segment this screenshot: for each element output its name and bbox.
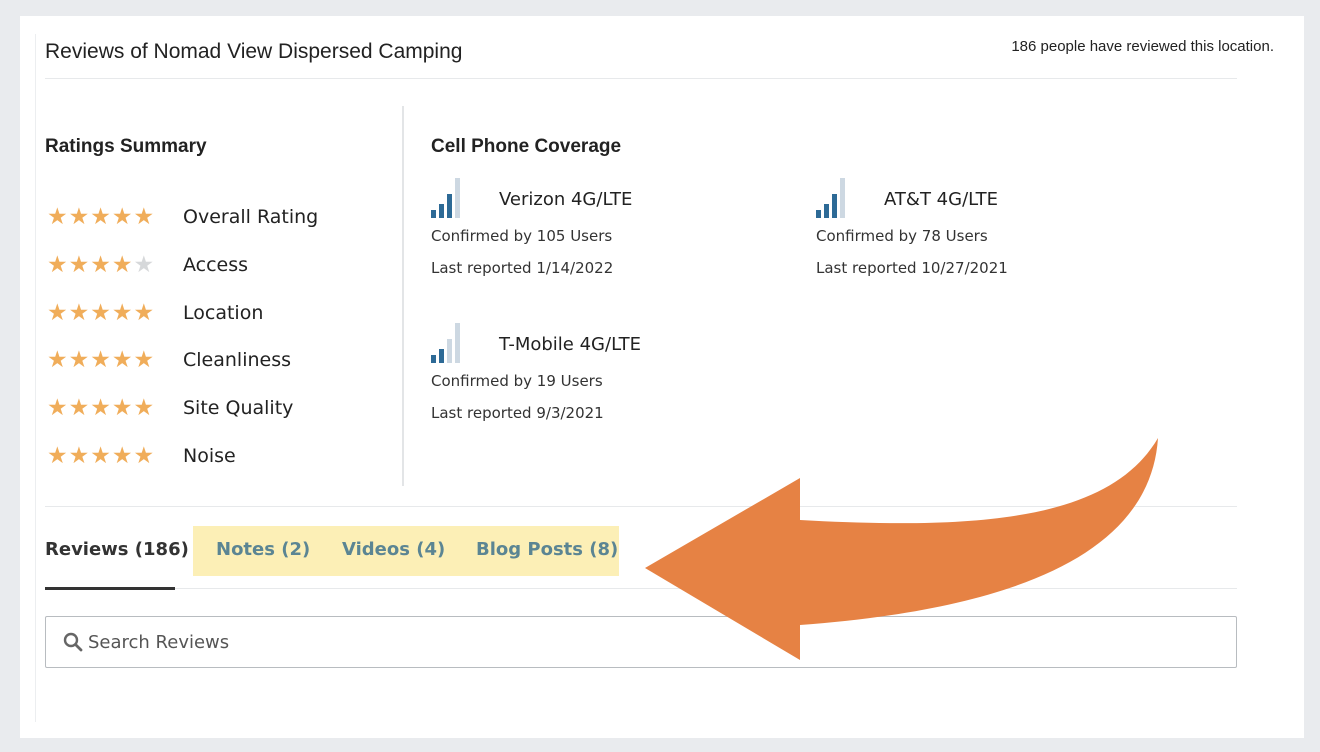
rating-row: ★ ★ ★ ★ ★ Overall Rating <box>47 204 318 230</box>
star-icon: ★ <box>90 394 111 421</box>
carrier-name: Verizon 4G/LTE <box>499 189 633 210</box>
star-icon: ★ <box>133 299 155 326</box>
signal-bar <box>447 194 452 218</box>
tab-videos[interactable]: Videos (4) <box>342 539 445 560</box>
cell-coverage-title: Cell Phone Coverage <box>431 136 622 157</box>
star-icon: ★ <box>111 442 133 469</box>
search-box[interactable] <box>45 616 1237 668</box>
carrier-last-reported: Last reported 1/14/2022 <box>431 259 614 277</box>
star-icon: ★ <box>68 346 90 373</box>
carrier-confirmed: Confirmed by 19 Users <box>431 372 603 390</box>
rating-label: Noise <box>183 445 236 467</box>
signal-bar <box>431 210 436 218</box>
star-rating: ★ ★ ★ ★ ★ <box>47 251 183 278</box>
tab-reviews[interactable]: Reviews (186) <box>45 539 189 560</box>
star-icon: ★ <box>47 346 68 373</box>
carrier-confirmed: Confirmed by 78 Users <box>816 227 988 245</box>
star-icon: ★ <box>68 394 90 421</box>
signal-bar <box>824 204 829 218</box>
rating-row: ★ ★ ★ ★ ★ Site Quality <box>47 395 293 421</box>
star-icon: ★ <box>111 394 133 421</box>
review-count-text: 186 people have reviewed this location. <box>1011 38 1274 55</box>
signal-bar <box>447 339 452 363</box>
star-icon: ★ <box>90 203 111 230</box>
star-icon: ★ <box>133 203 155 230</box>
active-tab-indicator <box>45 587 175 590</box>
signal-bar <box>439 204 444 218</box>
search-input[interactable] <box>88 631 1188 653</box>
rating-label: Location <box>183 302 264 324</box>
star-icon: ★ <box>90 442 111 469</box>
star-icon: ★ <box>68 299 90 326</box>
page-title: Reviews of Nomad View Dispersed Camping <box>45 40 463 63</box>
carrier-last-reported: Last reported 10/27/2021 <box>816 259 1008 277</box>
star-icon: ★ <box>133 251 155 278</box>
tab-blog-posts[interactable]: Blog Posts (8) <box>476 539 618 560</box>
star-icon: ★ <box>111 299 133 326</box>
rating-row: ★ ★ ★ ★ ★ Noise <box>47 443 236 469</box>
star-icon: ★ <box>68 251 90 278</box>
rating-label: Access <box>183 254 249 276</box>
carrier-confirmed: Confirmed by 105 Users <box>431 227 613 245</box>
signal-bar <box>816 210 821 218</box>
star-icon: ★ <box>68 442 90 469</box>
star-icon: ★ <box>133 394 155 421</box>
rating-label: Site Quality <box>183 397 294 419</box>
signal-bar <box>455 178 460 218</box>
signal-strength-icon <box>431 321 469 363</box>
signal-bar <box>439 349 444 363</box>
star-icon: ★ <box>133 346 155 373</box>
star-icon: ★ <box>68 203 90 230</box>
star-icon: ★ <box>47 251 68 278</box>
star-rating: ★ ★ ★ ★ ★ <box>47 394 183 421</box>
star-rating: ★ ★ ★ ★ ★ <box>47 203 183 230</box>
divider <box>45 78 1237 79</box>
star-rating: ★ ★ ★ ★ ★ <box>47 346 183 373</box>
signal-strength-icon <box>816 176 854 218</box>
carrier-coverage: Verizon 4G/LTE Confirmed by 105 Users Last… <box>431 174 632 277</box>
carrier-coverage: T-Mobile 4G/LTE Confirmed by 19 Users Last… <box>431 319 641 422</box>
star-rating: ★ ★ ★ ★ ★ <box>47 299 183 326</box>
tabs-divider <box>45 588 1237 589</box>
star-icon: ★ <box>111 203 133 230</box>
rating-label: Cleanliness <box>183 349 292 371</box>
star-icon: ★ <box>90 251 111 278</box>
star-icon: ★ <box>133 442 155 469</box>
rating-row: ★ ★ ★ ★ ★ Cleanliness <box>47 347 291 373</box>
carrier-name: AT&T 4G/LTE <box>884 189 999 210</box>
star-icon: ★ <box>47 394 68 421</box>
star-icon: ★ <box>111 251 133 278</box>
star-icon: ★ <box>47 442 68 469</box>
signal-bar <box>455 323 460 363</box>
star-icon: ★ <box>47 299 68 326</box>
divider <box>45 506 1237 507</box>
star-rating: ★ ★ ★ ★ ★ <box>47 442 183 469</box>
carrier-coverage: AT&T 4G/LTE Confirmed by 78 Users Last rep… <box>816 174 1008 277</box>
rating-label: Overall Rating <box>183 206 319 228</box>
search-icon <box>62 631 84 653</box>
rating-row: ★ ★ ★ ★ ★ Location <box>47 300 263 326</box>
signal-strength-icon <box>431 176 469 218</box>
star-icon: ★ <box>90 299 111 326</box>
tab-notes[interactable]: Notes (2) <box>216 539 310 560</box>
left-border <box>35 34 36 722</box>
star-icon: ★ <box>90 346 111 373</box>
signal-bar <box>840 178 845 218</box>
star-icon: ★ <box>111 346 133 373</box>
rating-row: ★ ★ ★ ★ ★ Access <box>47 252 248 278</box>
carrier-last-reported: Last reported 9/3/2021 <box>431 404 604 422</box>
signal-bar <box>832 194 837 218</box>
carrier-name: T-Mobile 4G/LTE <box>499 334 641 355</box>
signal-bar <box>431 355 436 363</box>
column-divider <box>402 106 404 486</box>
star-icon: ★ <box>47 203 68 230</box>
ratings-summary-title: Ratings Summary <box>45 136 207 157</box>
